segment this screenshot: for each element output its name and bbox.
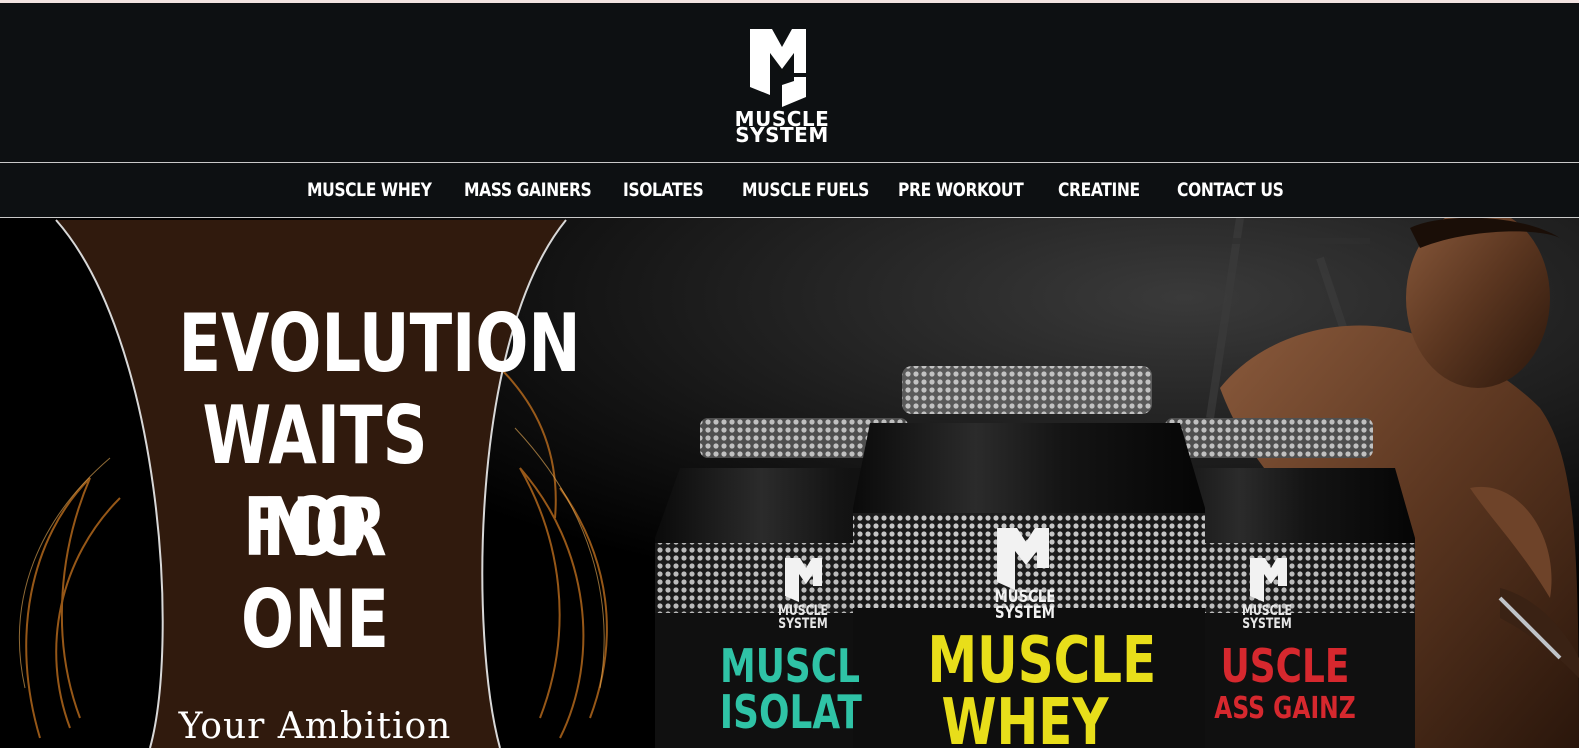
nav-item-creatine[interactable]: CREATINE [1058,163,1140,217]
nav-item-isolates[interactable]: ISOLATES [623,163,704,217]
logo-line-2: SYSTEM [735,123,829,147]
hero-tagline: Your Ambition [178,706,452,747]
site-header: MUSCLE SYSTEM [0,3,1579,162]
nav-item-mass-gainers[interactable]: MASS GAINERS [464,163,592,217]
nav-item-contact-us[interactable]: CONTACT US [1177,163,1284,217]
ms-logo-icon [750,29,806,107]
headline-line-3: NO ONE [241,481,389,666]
nav-item-muscle-whey[interactable]: MUSCLE WHEY [307,163,432,217]
jar-isolate-brand-2: SYSTEM [778,616,828,632]
jar-isolate-name-2: ISOLAT [719,685,862,739]
main-nav: MUSCLE WHEY MASS GAINERS ISOLATES MUSCLE… [0,162,1579,218]
brand-logo[interactable]: MUSCLE SYSTEM [724,25,840,147]
nav-item-pre-workout[interactable]: PRE WORKOUT [898,163,1024,217]
jar-gainz-brand-2: SYSTEM [1242,616,1292,632]
hero-banner[interactable]: EVOLUTION WAITS FOR NO ONE Your Ambition… [0,218,1579,748]
headline-line-1: EVOLUTION [178,297,581,390]
jar-whey-brand-2: SYSTEM [994,603,1056,623]
jar-whey-name-2: WHEY [941,686,1109,748]
nav-item-muscle-fuels[interactable]: MUSCLE FUELS [742,163,869,217]
jar-gainz-name-1: USCLE [1220,639,1350,693]
jar-whey-name-1: MUSCLE [927,624,1157,698]
jar-isolate-name-1: MUSCL [720,639,860,693]
jar-gainz-name-2: ASS GAINZ [1214,691,1356,726]
